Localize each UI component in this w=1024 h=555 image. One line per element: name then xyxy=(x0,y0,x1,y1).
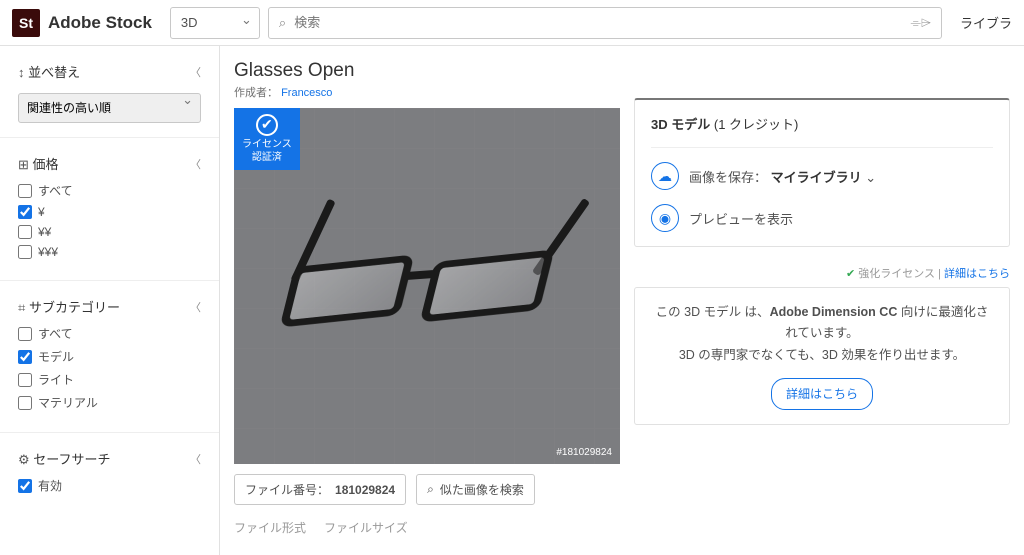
eye-icon: ◉ xyxy=(651,204,679,232)
search-bar[interactable]: ⌕ ⌯⌲ xyxy=(268,7,942,39)
safesearch-header[interactable]: ⚙ セーフサーチ 〈 xyxy=(18,443,201,474)
filters-sidebar: ↕ 並べ替え 〈 関連性の高い順 ⊞ 価格 〈 すべて ¥ ¥¥ ¥¥¥ ⌗ サ… xyxy=(0,46,220,555)
sort-header[interactable]: ↕ 並べ替え 〈 xyxy=(18,56,201,87)
show-preview[interactable]: ◉ プレビューを表示 xyxy=(651,190,993,232)
author-link[interactable]: Francesco xyxy=(281,87,332,99)
asset-id-overlay: #181029824 xyxy=(556,447,612,458)
search-icon: ⌕ xyxy=(279,15,286,31)
find-similar-button[interactable]: ⌕ 似た画像を検索 xyxy=(416,474,535,505)
purchase-card: 3D モデル (1 クレジット) ☁ 画像を保存： マイライブラリ ⌄ ◉ プレ… xyxy=(634,98,1010,247)
cloud-download-icon: ☁ xyxy=(651,162,679,190)
top-header: St Adobe Stock 3D ⌕ ⌯⌲ ライブラ xyxy=(0,0,1024,46)
logo-icon: St xyxy=(12,9,40,37)
price-option[interactable]: ¥¥¥ xyxy=(18,242,201,262)
subcat-option[interactable]: モデル xyxy=(18,345,201,368)
promo-card: この 3D モデル は、Adobe Dimension CC 向けに最適化されて… xyxy=(634,287,1010,425)
meta-size-label: ファイルサイズ xyxy=(324,519,408,536)
search-icon: ⌕ xyxy=(427,482,434,497)
camera-icon[interactable]: ⌯⌲ xyxy=(910,15,931,31)
subcategory-header[interactable]: ⌗ サブカテゴリー 〈 xyxy=(18,291,201,322)
cart-icon: ⊞ xyxy=(18,157,29,172)
sort-icon: ↕ xyxy=(18,65,25,80)
nav-library[interactable]: ライブラ xyxy=(950,13,1012,32)
price-option[interactable]: ¥ xyxy=(18,202,201,222)
brand-name: Adobe Stock xyxy=(48,13,152,33)
glasses-model xyxy=(277,216,577,356)
enhanced-license-link[interactable]: 詳細はこちら xyxy=(944,268,1010,280)
save-to-library[interactable]: ☁ 画像を保存： マイライブラリ ⌄ xyxy=(651,148,993,190)
subcat-option[interactable]: すべて xyxy=(18,322,201,345)
file-number-chip[interactable]: ファイル番号：181029824 xyxy=(234,474,406,505)
chevron-left-icon: 〈 xyxy=(190,156,201,172)
chevron-down-icon: ⌄ xyxy=(865,170,876,185)
grid-icon: ⌗ xyxy=(18,300,25,315)
safesearch-option[interactable]: 有効 xyxy=(18,474,201,497)
sort-select[interactable]: 関連性の高い順 xyxy=(18,93,201,123)
chevron-left-icon: 〈 xyxy=(190,299,201,315)
chevron-left-icon: 〈 xyxy=(190,64,201,80)
enhanced-license-line: ✔ 強化ライセンス | 詳細はこちら xyxy=(634,265,1010,281)
subcat-option[interactable]: マテリアル xyxy=(18,391,201,414)
check-icon: ✔ xyxy=(846,268,855,280)
subcat-option[interactable]: ライト xyxy=(18,368,201,391)
price-option[interactable]: すべて xyxy=(18,179,201,202)
price-option[interactable]: ¥¥ xyxy=(18,222,201,242)
chevron-left-icon: 〈 xyxy=(190,451,201,467)
asset-title: Glasses Open xyxy=(234,60,620,82)
price-header[interactable]: ⊞ 価格 〈 xyxy=(18,148,201,179)
asset-preview[interactable]: ライセンス 認証済 #181029824 xyxy=(234,108,620,464)
promo-cta-button[interactable]: 詳細はこちら xyxy=(771,378,873,410)
byline: 作成者： Francesco xyxy=(234,84,620,100)
meta-format-label: ファイル形式 xyxy=(234,519,306,536)
search-input[interactable] xyxy=(294,15,902,30)
gear-icon: ⚙ xyxy=(18,452,30,467)
category-select[interactable]: 3D xyxy=(170,7,260,39)
license-badge: ライセンス 認証済 xyxy=(234,108,300,170)
